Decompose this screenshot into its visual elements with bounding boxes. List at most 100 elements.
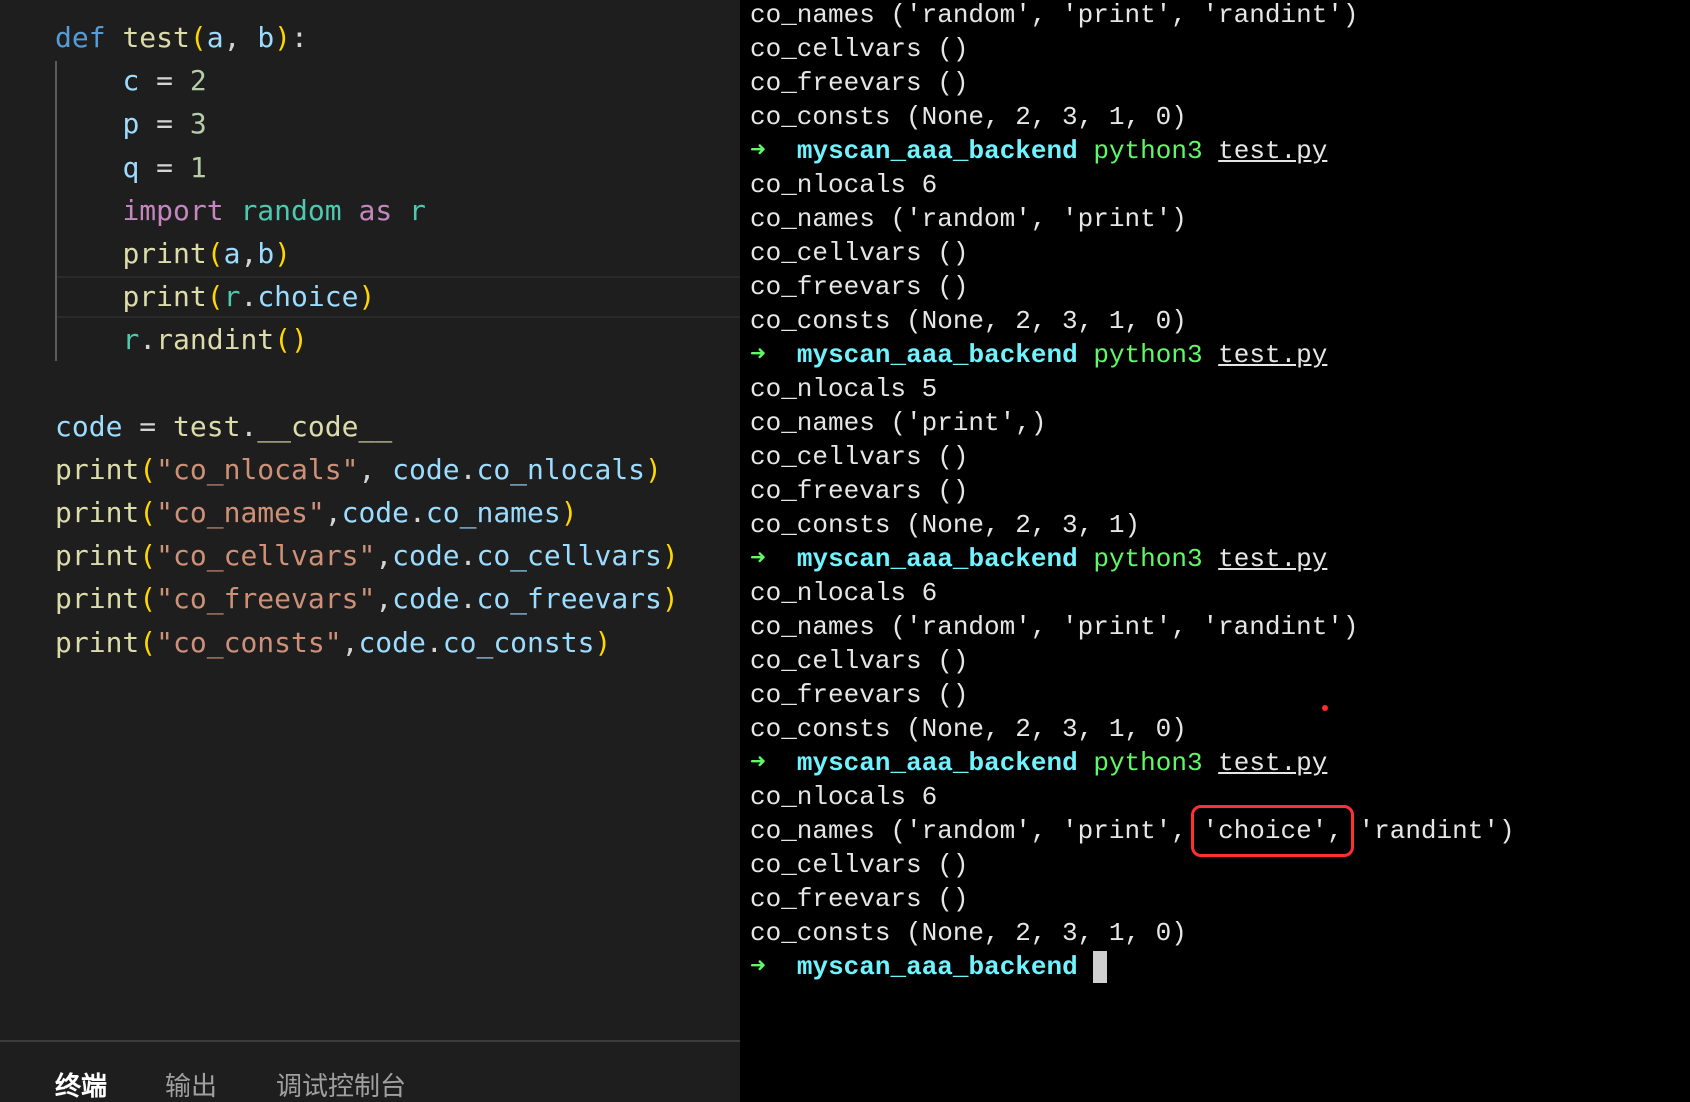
comma: , <box>341 625 359 659</box>
param: a <box>206 21 224 54</box>
dot: . <box>240 280 258 314</box>
variable: q <box>122 150 140 184</box>
terminal-pane[interactable]: co_names ('random', 'print', 'randint') c… <box>740 0 1690 1102</box>
code-line[interactable]: code = test.__code__ <box>55 405 679 448</box>
code-line[interactable]: q = 1 <box>55 146 679 189</box>
paren: ) <box>274 236 292 270</box>
operator: = <box>139 150 190 184</box>
terminal-output-line: co_consts (None, 2, 3, 1, 0) <box>750 714 1187 744</box>
variable: code <box>341 496 410 530</box>
terminal-output-line: co_cellvars () <box>750 238 969 268</box>
code-line[interactable]: import random as r <box>55 189 679 232</box>
paren: ( <box>206 280 224 314</box>
terminal-output-line: co_cellvars () <box>750 442 969 472</box>
output-text: 'randint') <box>1342 816 1515 846</box>
terminal-output-line: co_nlocals 6 <box>750 782 938 812</box>
paren: ) <box>358 280 376 314</box>
paren: ) <box>594 625 612 659</box>
keyword-import: import <box>122 193 224 227</box>
terminal-output-line: co_freevars () <box>750 272 969 302</box>
prompt-directory: myscan_aaa_backend <box>796 952 1078 982</box>
code-line[interactable] <box>55 362 679 405</box>
terminal-output-line: co_cellvars () <box>750 646 969 676</box>
attribute: co_consts <box>442 625 595 659</box>
prompt-directory: myscan_aaa_backend <box>796 544 1078 574</box>
code-line[interactable]: print("co_freevars",code.co_freevars) <box>55 577 679 620</box>
operator: = <box>122 409 174 443</box>
dot: . <box>459 539 477 573</box>
string: "co_consts" <box>156 625 342 659</box>
code-line[interactable]: c = 2 <box>55 59 679 102</box>
paren: ( <box>139 625 157 659</box>
function-call: print <box>55 625 140 659</box>
prompt-command-arg[interactable]: test.py <box>1218 748 1327 778</box>
terminal-prompt-line: ➜ myscan_aaa_backend python3 test.py <box>750 338 1515 372</box>
prompt-directory: myscan_aaa_backend <box>796 136 1078 166</box>
code-line[interactable]: def test(a, b): <box>55 16 679 59</box>
code-line[interactable]: print(a,b) <box>55 232 679 275</box>
dot: . <box>459 582 477 616</box>
terminal-output-line: co_freevars () <box>750 68 969 98</box>
comma: , <box>223 21 258 54</box>
param: b <box>257 21 275 54</box>
operator: = <box>139 107 190 141</box>
module-name: random <box>240 193 342 227</box>
output-text: co_names ('random', 'print', <box>750 816 1203 846</box>
code-editor[interactable]: def test(a, b): c = 2 p = 3 q = 1 import… <box>0 0 740 1102</box>
attribute: __code__ <box>257 409 393 443</box>
comma: , <box>324 496 342 530</box>
terminal-prompt-line: ➜ myscan_aaa_backend python3 test.py <box>750 746 1515 780</box>
code-line[interactable]: r.randint() <box>55 318 679 361</box>
terminal-output-line: co_names ('random', 'print', 'randint') <box>750 0 1359 30</box>
code-area[interactable]: def test(a, b): c = 2 p = 3 q = 1 import… <box>55 16 679 664</box>
code-line[interactable]: print("co_nlocals", code.co_nlocals) <box>55 448 679 491</box>
comma: , <box>375 539 393 573</box>
keyword-def: def <box>55 21 106 54</box>
terminal-output-line: co_consts (None, 2, 3, 1) <box>750 510 1141 540</box>
prompt-command-arg[interactable]: test.py <box>1218 340 1327 370</box>
prompt-command-arg[interactable]: test.py <box>1218 136 1327 166</box>
function-call: print <box>55 496 140 530</box>
code-line[interactable]: print("co_names",code.co_names) <box>55 491 679 534</box>
code-line[interactable]: p = 3 <box>55 102 679 145</box>
terminal-output-line: co_names ('random', 'print', 'choice', '… <box>750 805 1515 857</box>
attribute: choice <box>257 280 359 314</box>
tab-output[interactable]: 输出 <box>165 1066 217 1102</box>
code-line[interactable]: print("co_consts",code.co_consts) <box>55 621 679 664</box>
terminal-output-line: co_freevars () <box>750 884 969 914</box>
prompt-arrow-icon: ➜ <box>750 340 766 370</box>
function-call: randint <box>156 323 275 357</box>
prompt-command: python3 <box>1093 136 1203 166</box>
tab-terminal[interactable]: 终端 <box>55 1066 107 1102</box>
variable: code <box>392 452 460 486</box>
attribute: co_names <box>425 496 561 530</box>
variable: p <box>122 107 140 141</box>
dot: . <box>240 409 258 443</box>
comma: , <box>240 236 258 270</box>
terminal-prompt-line: ➜ myscan_aaa_backend python3 test.py <box>750 542 1515 576</box>
tab-debug-console[interactable]: 调试控制台 <box>276 1066 406 1102</box>
variable: b <box>257 236 275 270</box>
terminal-output-line: co_cellvars () <box>750 34 969 64</box>
prompt-command: python3 <box>1093 748 1203 778</box>
terminal-output-line: co_nlocals 6 <box>750 578 938 608</box>
paren: ( <box>189 21 207 54</box>
paren: ( <box>139 582 157 616</box>
terminal-cursor[interactable] <box>1093 951 1108 984</box>
prompt-directory: myscan_aaa_backend <box>796 748 1078 778</box>
prompt-command-arg[interactable]: test.py <box>1218 544 1327 574</box>
comma: , <box>375 582 393 616</box>
terminal-prompt-line: ➜ myscan_aaa_backend python3 test.py <box>750 134 1515 168</box>
paren: ) <box>661 539 679 573</box>
terminal-output-line: co_nlocals 5 <box>750 374 938 404</box>
variable: c <box>122 64 140 98</box>
code-line[interactable]: print(r.choice) <box>55 275 679 318</box>
number: 1 <box>189 150 207 184</box>
prompt-arrow-icon: ➜ <box>750 748 766 778</box>
terminal-output-line: co_cellvars () <box>750 850 969 880</box>
terminal-output[interactable]: co_names ('random', 'print', 'randint') c… <box>750 0 1515 984</box>
function-name: test <box>122 21 190 54</box>
prompt-arrow-icon: ➜ <box>750 952 766 982</box>
paren: ) <box>661 582 679 616</box>
code-line[interactable]: print("co_cellvars",code.co_cellvars) <box>55 534 679 577</box>
